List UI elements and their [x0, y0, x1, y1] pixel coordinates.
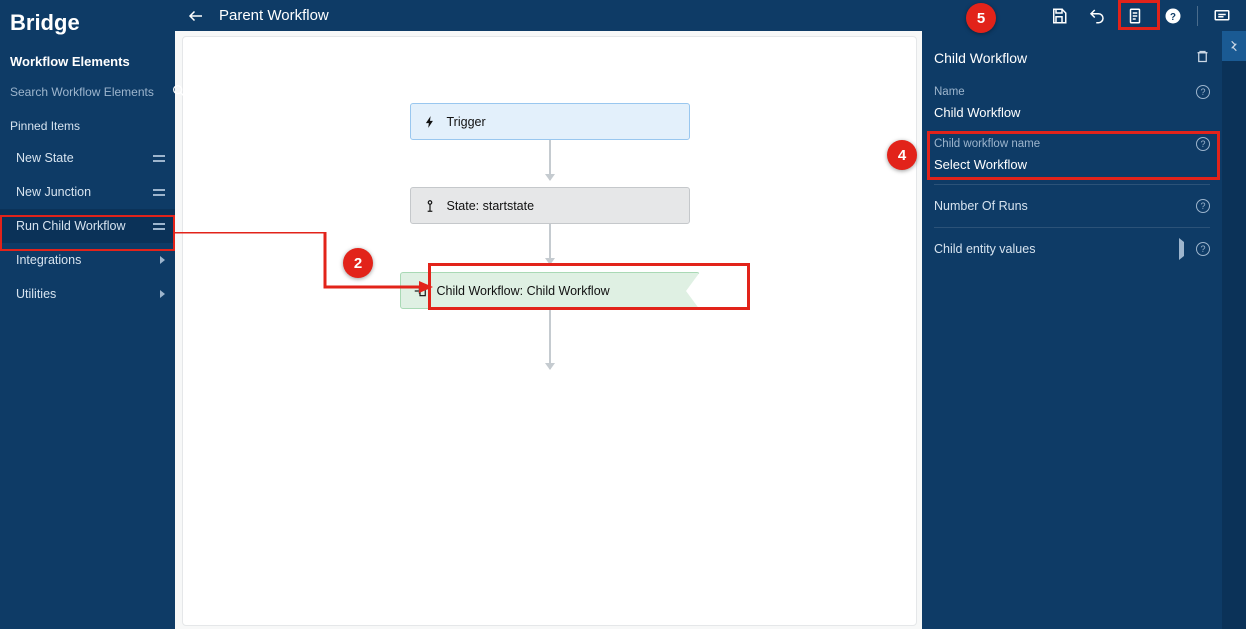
help-icon[interactable]: ?	[1196, 85, 1210, 99]
help-icon[interactable]: ?	[1196, 242, 1210, 256]
separator	[1197, 6, 1198, 26]
page-title: Parent Workflow	[219, 7, 329, 24]
annotation-badge-2: 2	[343, 248, 373, 278]
drag-handle-icon	[153, 155, 165, 162]
field-label-text: Name	[934, 86, 965, 98]
node-label: State: startstate	[447, 199, 535, 213]
sidebar: Bridge Workflow Elements Pinned Items Ne…	[0, 0, 175, 629]
header-bar: Parent Workflow ?	[175, 0, 1246, 31]
field-name[interactable]: Name ? Child Workflow	[934, 81, 1210, 133]
enter-icon	[413, 284, 427, 298]
connector	[549, 140, 551, 180]
connector	[549, 224, 551, 264]
back-button[interactable]	[187, 7, 205, 25]
state-icon	[423, 199, 437, 213]
connector	[549, 309, 551, 369]
chevron-right-icon	[160, 256, 165, 264]
field-child-entity-values[interactable]: Child entity values ?	[934, 228, 1210, 260]
sidebar-search-input[interactable]	[8, 81, 167, 103]
lightning-icon	[423, 115, 437, 129]
sidebar-item-utilities[interactable]: Utilities	[0, 277, 175, 311]
save-button[interactable]	[1041, 0, 1077, 31]
help-button[interactable]: ?	[1155, 0, 1191, 31]
annotation-badge-4: 4	[887, 140, 917, 170]
right-rail	[1222, 31, 1246, 629]
sidebar-item-label: New State	[16, 151, 74, 165]
drag-handle-icon	[153, 189, 165, 196]
chevron-right-icon	[160, 290, 165, 298]
node-label: Child Workflow: Child Workflow	[437, 284, 610, 298]
notes-button[interactable]	[1117, 0, 1153, 31]
inspector-title: Child Workflow	[934, 50, 1027, 66]
rail-panel-toggle[interactable]	[1222, 31, 1246, 61]
sidebar-item-label: Run Child Workflow	[16, 219, 126, 233]
node-label: Trigger	[447, 115, 486, 129]
node-trigger[interactable]: Trigger	[410, 103, 690, 140]
chevron-right-icon	[1179, 242, 1184, 256]
field-name-value[interactable]: Child Workflow	[934, 105, 1210, 122]
node-child-workflow[interactable]: Child Workflow: Child Workflow	[400, 272, 700, 309]
pinned-items-heading: Pinned Items	[0, 109, 175, 141]
sidebar-item-label: Utilities	[16, 287, 56, 301]
svg-text:?: ?	[1170, 11, 1176, 22]
field-label-text: Child entity values	[934, 242, 1035, 256]
comments-button[interactable]	[1204, 0, 1240, 31]
field-number-of-runs[interactable]: Number Of Runs ?	[934, 185, 1210, 228]
sidebar-item-new-junction[interactable]: New Junction	[0, 175, 175, 209]
field-label-text: Number Of Runs	[934, 199, 1028, 213]
sidebar-search[interactable]	[0, 79, 175, 109]
field-child-workflow-value[interactable]: Select Workflow	[934, 157, 1210, 174]
annotation-badge-5: 5	[966, 3, 996, 33]
delete-button[interactable]	[1195, 49, 1210, 67]
sidebar-item-label: Integrations	[16, 253, 81, 267]
sidebar-item-integrations[interactable]: Integrations	[0, 243, 175, 277]
sidebar-item-run-child-workflow[interactable]: Run Child Workflow	[0, 209, 175, 243]
drag-handle-icon	[153, 223, 165, 230]
help-icon[interactable]: ?	[1196, 199, 1210, 213]
help-icon[interactable]: ?	[1196, 137, 1210, 151]
brand-logo: Bridge	[0, 0, 175, 42]
search-icon[interactable]	[171, 83, 187, 102]
sidebar-item-label: New Junction	[16, 185, 91, 199]
inspector-panel: Child Workflow Name ? Child Workflow Chi…	[922, 31, 1222, 629]
node-out-notch	[686, 272, 700, 310]
undo-button[interactable]	[1079, 0, 1115, 31]
sidebar-item-new-state[interactable]: New State	[0, 141, 175, 175]
field-child-workflow-name[interactable]: Child workflow name ? Select Workflow	[934, 133, 1210, 185]
workflow-canvas[interactable]: Trigger State: startstate Child Workflow…	[182, 36, 917, 626]
field-label-text: Child workflow name	[934, 138, 1040, 150]
sidebar-section-title: Workflow Elements	[0, 42, 175, 79]
node-state[interactable]: State: startstate	[410, 187, 690, 224]
